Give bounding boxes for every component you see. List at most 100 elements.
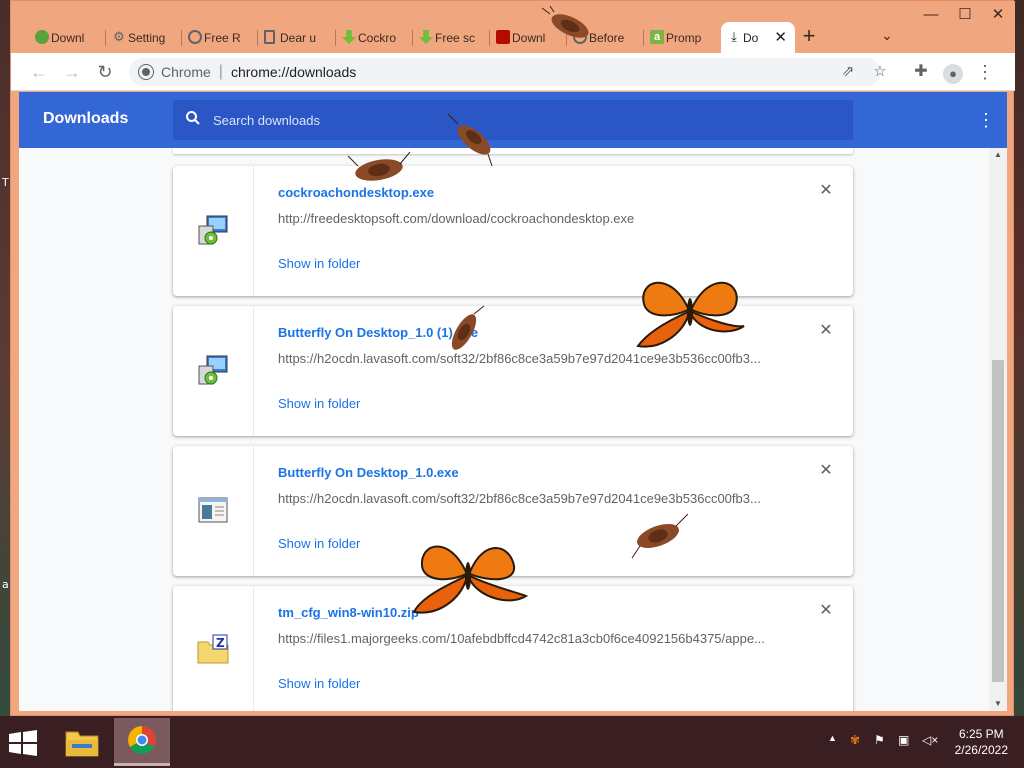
download-file-name[interactable]: tm_cfg_win8-win10.zip [278,605,419,620]
profile-avatar-icon[interactable]: ● [941,60,965,84]
new-tab-button[interactable]: + [797,25,821,49]
search-box[interactable] [173,100,853,140]
chrome-taskbar-button[interactable] [114,718,170,766]
windows-start-icon[interactable] [8,730,38,756]
share-icon[interactable]: ⇗ [837,61,859,83]
omnibox-site-label: Chrome [161,64,211,80]
clock-time: 6:25 PM [958,727,1004,741]
remove-download-icon[interactable]: ✕ [817,182,835,200]
tab-search-chevron-icon[interactable]: ⌄ [877,27,897,47]
network-icon[interactable]: ▣ [898,733,909,747]
file-explorer-taskbar-button[interactable] [54,718,110,766]
installer-icon [198,355,228,385]
download-source-url[interactable]: https://h2ocdn.lavasoft.com/soft32/2bf86… [278,491,778,506]
forward-button[interactable]: → [60,60,84,84]
download-source-url[interactable]: https://h2ocdn.lavasoft.com/soft32/2bf86… [278,351,778,366]
tab-prompt[interactable]: a Promp [644,22,721,53]
tab-label: Do [743,30,759,45]
page-title: Downloads [43,110,129,127]
downloads-list: cockroachondesktop.exe http://freedeskto… [19,148,989,711]
download-arrow-icon [342,30,356,44]
tab-cockroach[interactable]: Cockro [336,22,413,53]
clock-date: 2/26/2022 [954,743,1008,757]
installer-icon [198,215,228,245]
globe-icon [188,30,202,44]
tab-downloads-2[interactable]: Downl [490,22,567,53]
remove-download-icon[interactable]: ✕ [817,462,835,480]
tab-before[interactable]: Before [567,22,644,53]
scrollbar[interactable]: ▲ ▼ [989,148,1007,711]
desktop-edge-text: a [2,578,9,591]
volume-muted-icon[interactable]: ◁× [922,733,938,747]
tab-label: Downl [51,30,85,45]
butterfly-tray-icon[interactable]: ✾ [850,733,860,747]
remove-download-icon[interactable]: ✕ [817,322,835,340]
taskbar: ▲ ✾ ⚑ ▣ ◁× 6:25 PM 2/26/2022 [0,716,1024,768]
gear-icon: ⚙ [113,29,125,44]
tab-free-r[interactable]: Free R [182,22,258,53]
file-icon-column [173,306,254,436]
close-window-button[interactable]: ✕ [981,5,1015,27]
show-in-folder-link[interactable]: Show in folder [278,536,360,551]
tab-downloads-1[interactable]: Downl [29,22,106,53]
back-button[interactable]: ← [27,60,51,84]
maximize-button[interactable]: ☐ [948,5,982,27]
file-icon-column [173,166,254,296]
scrollbar-thumb[interactable] [992,360,1004,682]
download-card: Z tm_cfg_win8-win10.zip https://files1.m… [173,586,853,711]
svg-text:Z: Z [216,636,225,650]
search-input[interactable] [213,112,853,128]
omnibox-url: chrome://downloads [230,64,357,80]
show-in-folder-link[interactable]: Show in folder [278,396,360,411]
minimize-button[interactable]: — [914,5,948,27]
show-in-folder-link[interactable]: Show in folder [278,256,360,271]
tab-label: Downl [512,30,546,45]
downloads-site-icon [35,30,49,44]
omnibox-separator: | [218,63,223,80]
downloads-more-actions-icon[interactable]: ⋮ [977,108,995,132]
adobe-icon [496,30,510,44]
remove-download-icon[interactable]: ✕ [817,602,835,620]
zip-folder-icon: Z [197,634,229,664]
address-bar[interactable]: Chrome | chrome://downloads ⇗ ☆ [129,58,887,86]
chrome-icon [128,726,156,754]
chrome-window: Downl ⚙ Setting Free R Dear u Cockro Fre… [10,0,1015,716]
reload-button[interactable]: ↻ [93,60,117,84]
downloads-toolbar: Downloads ⋮ [19,92,1007,148]
action-center-flag-icon[interactable]: ⚑ [874,733,885,747]
show-hidden-icons-icon[interactable]: ▲ [828,733,837,743]
download-file-name[interactable]: Butterfly On Desktop_1.0 (1).exe [278,325,478,340]
bookmark-star-icon[interactable]: ☆ [869,61,891,83]
download-file-name[interactable]: Butterfly On Desktop_1.0.exe [278,465,459,480]
file-icon-column: Z [173,586,254,711]
download-source-url[interactable]: https://files1.majorgeeks.com/10afebdbff… [278,631,778,646]
tab-free-sc[interactable]: Free sc [413,22,490,53]
download-source-url[interactable]: http://freedesktopsoft.com/download/cock… [278,211,778,226]
download-card: cockroachondesktop.exe http://freedeskto… [173,166,853,296]
window-app-icon [198,497,228,523]
tab-settings[interactable]: ⚙ Setting [106,22,182,53]
close-tab-icon[interactable]: ✕ [774,28,787,46]
document-icon [264,30,275,44]
tab-label: Cockro [358,30,397,45]
tab-downloads-active[interactable]: ⤓ Do ✕ [721,22,795,53]
scroll-down-arrow-icon[interactable]: ▼ [989,697,1007,711]
tab-dear-u[interactable]: Dear u [258,22,336,53]
tab-label: Free sc [435,30,476,45]
download-file-name[interactable]: cockroachondesktop.exe [278,185,434,200]
tab-label: Free R [204,30,241,45]
tab-label: Promp [666,30,702,45]
previous-download-card [173,148,853,154]
file-icon-column [173,446,254,576]
amazon-icon: a [650,30,664,44]
chrome-site-icon [139,65,153,79]
desktop-edge-text: T [2,176,9,189]
chrome-menu-icon[interactable]: ⋮ [973,60,997,84]
show-in-folder-link[interactable]: Show in folder [278,676,360,691]
scroll-up-arrow-icon[interactable]: ▲ [989,148,1007,162]
extensions-puzzle-icon[interactable]: ✚ [909,60,933,84]
globe-icon [573,30,587,44]
tab-strip: Downl ⚙ Setting Free R Dear u Cockro Fre… [11,1,1015,53]
tab-label: Before [589,30,625,45]
system-clock[interactable]: 6:25 PM 2/26/2022 [955,726,1008,758]
